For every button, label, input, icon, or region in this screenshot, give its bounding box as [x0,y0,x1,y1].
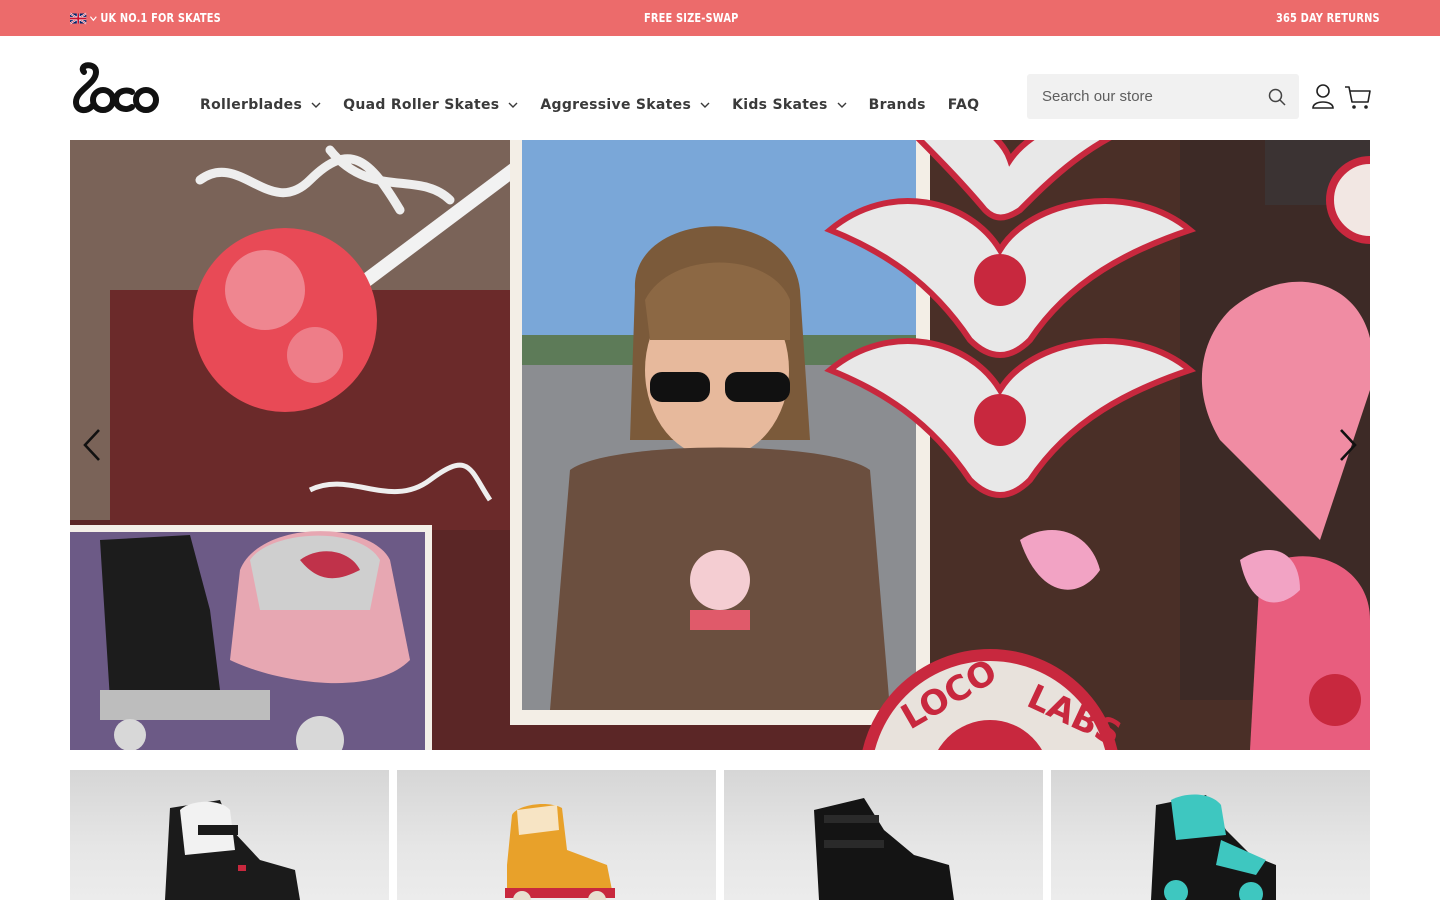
category-card-rollerblades[interactable] [70,770,389,900]
nav-label: Rollerblades [200,97,303,113]
nav-brands[interactable]: Brands [869,97,926,113]
region-selector[interactable]: UK NO.1 FOR SKATES [70,11,221,25]
chevron-down-icon [700,102,710,108]
chevron-down-icon [90,15,97,21]
nav-label: Brands [868,97,926,113]
hero-image: LOCO LABS [70,140,1370,750]
nav-label: FAQ [947,97,980,113]
returns-banner[interactable]: 365 DAY RETURNS [1276,11,1380,25]
main-navigation: Rollerblades Quad Roller Skates Aggressi… [200,97,1001,113]
nav-label: Aggressive Skates [540,97,692,113]
category-card-aggressive-skates[interactable] [724,770,1043,900]
chevron-left-icon [83,429,100,461]
free-size-swap-banner[interactable]: FREE SIZE-SWAP [644,11,738,25]
quad-skate-image [505,804,615,900]
loco-logo[interactable] [70,62,160,116]
aggressive-skate-image [814,798,954,900]
uk-flag-icon [70,12,87,24]
nav-label: Kids Skates [732,97,828,113]
nav-rollerblades[interactable]: Rollerblades [200,97,321,113]
chevron-down-icon [508,102,518,108]
nav-label: Quad Roller Skates [343,97,500,113]
slideshow-previous-button[interactable] [72,425,112,465]
search-input[interactable] [1027,88,1267,105]
slideshow-next-button[interactable] [1328,425,1368,465]
inline-skate-image [165,800,300,900]
category-cards [70,770,1370,900]
kids-skate-image [1151,794,1276,900]
search-box [1027,74,1299,119]
nav-quad-roller-skates[interactable]: Quad Roller Skates [343,97,518,113]
search-icon[interactable] [1267,87,1287,107]
hero-slideshow: LOCO LABS [70,140,1370,750]
nav-faq[interactable]: FAQ [948,97,980,113]
cart-icon[interactable] [1344,84,1372,110]
chevron-down-icon [837,102,847,108]
announcement-bar: UK NO.1 FOR SKATES FREE SIZE-SWAP 365 DA… [0,0,1440,36]
category-card-quad-roller-skates[interactable] [397,770,716,900]
nav-kids-skates[interactable]: Kids Skates [732,97,847,113]
region-label: UK NO.1 FOR SKATES [100,11,221,25]
account-icon[interactable] [1311,83,1335,109]
category-card-kids-skates[interactable] [1051,770,1370,900]
nav-aggressive-skates[interactable]: Aggressive Skates [540,97,710,113]
chevron-right-icon [1340,429,1357,461]
chevron-down-icon [311,102,321,108]
